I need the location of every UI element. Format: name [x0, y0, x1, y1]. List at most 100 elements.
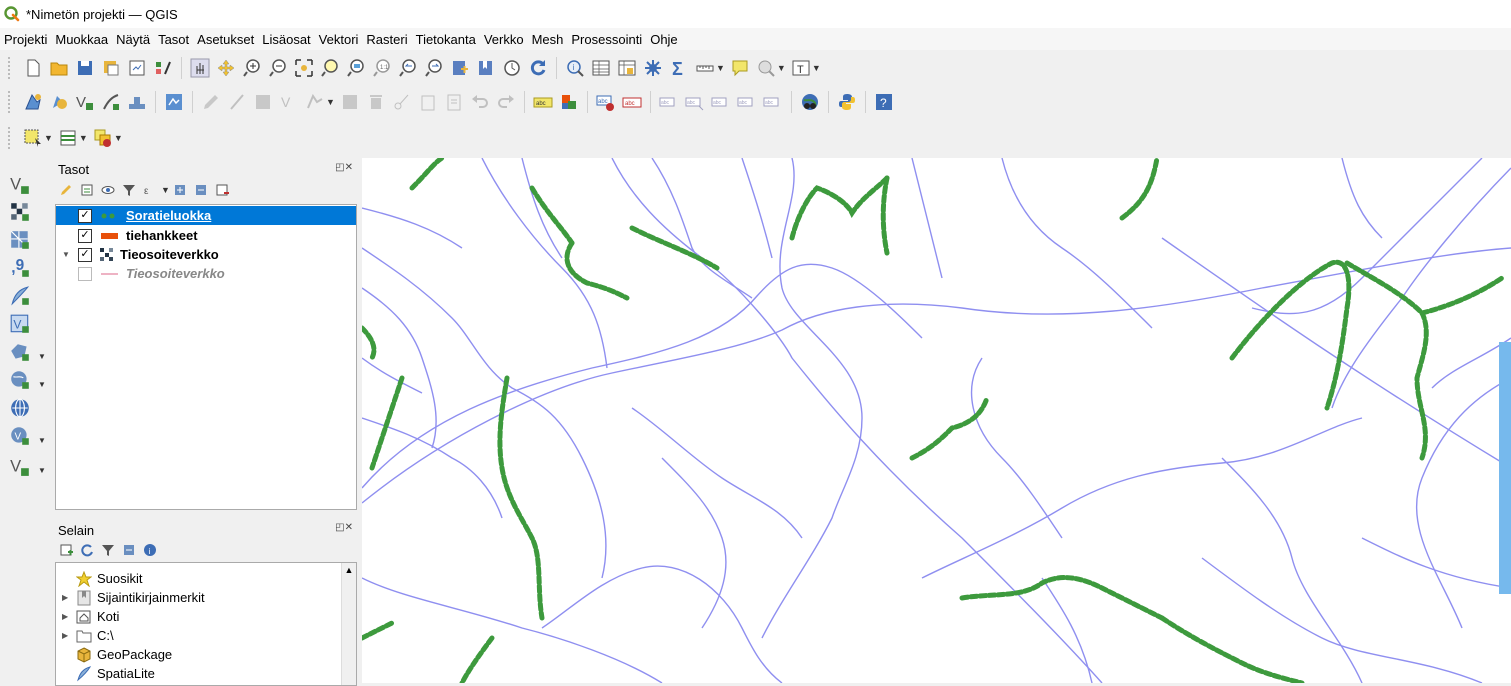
chevron-down-icon[interactable]: ▼	[812, 63, 821, 73]
processing-toolbox-icon[interactable]	[642, 57, 664, 79]
chevron-down-icon[interactable]: ▼	[777, 63, 786, 73]
browser-item[interactable]: ▶ C:\	[56, 626, 114, 645]
add-delimited-text-icon[interactable]: ,9	[8, 256, 32, 280]
add-feature-icon[interactable]: V	[74, 91, 96, 113]
new-vector-layer-icon[interactable]: V	[8, 454, 32, 478]
show-bookmarks-icon[interactable]	[475, 57, 497, 79]
collapse-all-icon[interactable]	[193, 182, 209, 198]
layer-visibility-checkbox[interactable]: ✓	[78, 228, 92, 243]
expand-all-icon[interactable]	[172, 182, 188, 198]
vertex-tool-icon[interactable]	[100, 91, 122, 113]
move-label-icon[interactable]: abc	[684, 91, 706, 113]
add-raster-layer-icon[interactable]	[8, 200, 32, 224]
menu-vektori[interactable]: Vektori	[315, 32, 363, 47]
zoom-in-icon[interactable]	[241, 57, 263, 79]
layer-row[interactable]: Tieosoiteverkko	[56, 264, 356, 283]
zoom-native-icon[interactable]: 1:1	[371, 57, 393, 79]
pin-label-icon[interactable]: abc	[595, 91, 617, 113]
browser-scrollbar[interactable]: ▲	[341, 563, 356, 685]
chevron-down-icon[interactable]: ▼	[38, 466, 46, 475]
show-label-icon[interactable]: abc	[658, 91, 680, 113]
browser-item[interactable]: Suosikit	[56, 569, 143, 588]
panel-close-icon[interactable]: ◰✕	[335, 162, 353, 173]
expand-arrow-icon[interactable]: ▶	[62, 631, 72, 640]
browser-item[interactable]: ▶ Sijaintikirjainmerkit	[56, 588, 205, 607]
save-project-icon[interactable]	[74, 57, 96, 79]
collapse-all-icon[interactable]	[121, 542, 137, 558]
filter-expression-icon[interactable]: ε	[142, 182, 158, 198]
zoom-next-icon[interactable]	[423, 57, 445, 79]
current-edits-icon[interactable]	[48, 91, 70, 113]
chevron-down-icon[interactable]: ▼	[38, 380, 46, 389]
zoom-out-icon[interactable]	[267, 57, 289, 79]
digitize-icon[interactable]	[22, 91, 44, 113]
browser-item[interactable]: GeoPackage	[56, 645, 172, 664]
chevron-down-icon[interactable]: ▼	[38, 436, 46, 445]
change-label-icon[interactable]: abc	[736, 91, 758, 113]
menu-verkko[interactable]: Verkko	[480, 32, 528, 47]
label-icon[interactable]: abc	[532, 91, 554, 113]
temporal-controller-icon[interactable]	[501, 57, 523, 79]
add-virtual-layer-icon[interactable]: V	[8, 312, 32, 336]
select-features-icon[interactable]	[755, 57, 777, 79]
add-xyz-layer-icon[interactable]	[8, 396, 32, 420]
new-bookmark-icon[interactable]	[449, 57, 471, 79]
layer-row[interactable]: ✓ Soratieluokka	[56, 206, 356, 225]
undo-icon[interactable]	[469, 91, 491, 113]
filter-browser-icon[interactable]	[100, 542, 116, 558]
add-arcgis-layer-icon[interactable]: V	[8, 424, 32, 448]
layer-row[interactable]: ✓ tiehankkeet	[56, 226, 356, 245]
layer-visibility-checkbox[interactable]: ✓	[78, 208, 92, 223]
refresh-icon[interactable]	[527, 57, 549, 79]
style-manager-icon[interactable]	[152, 57, 174, 79]
layer-visibility-checkbox[interactable]	[78, 266, 92, 281]
print-layout-icon[interactable]	[126, 57, 148, 79]
menu-mesh[interactable]: Mesh	[528, 32, 568, 47]
add-spatialite-icon[interactable]	[8, 284, 32, 308]
manage-visibility-icon[interactable]	[100, 182, 116, 198]
refresh-icon[interactable]	[79, 542, 95, 558]
zoom-to-layer-icon[interactable]	[345, 57, 367, 79]
attribute-table-icon[interactable]	[590, 57, 612, 79]
pan-to-selection-icon[interactable]	[215, 57, 237, 79]
add-wms-layer-icon[interactable]	[8, 340, 32, 364]
add-group-icon[interactable]	[79, 182, 95, 198]
scroll-up-icon[interactable]: ▲	[342, 565, 356, 575]
add-vector-layer-icon[interactable]: V	[8, 172, 32, 196]
globe-icon[interactable]	[799, 91, 821, 113]
expand-arrow-icon[interactable]: ▼	[62, 250, 78, 259]
menu-ohje[interactable]: Ohje	[646, 32, 681, 47]
chevron-down-icon[interactable]: ▼	[716, 63, 725, 73]
statistical-summary-icon[interactable]: Σ	[668, 57, 690, 79]
add-mesh-layer-icon[interactable]	[8, 228, 32, 252]
add-layers-icon[interactable]	[58, 542, 74, 558]
deselect-icon[interactable]	[92, 127, 114, 149]
highlight-label-icon[interactable]: abc	[621, 91, 643, 113]
field-calculator-icon[interactable]	[616, 57, 638, 79]
chevron-down-icon[interactable]: ▼	[38, 352, 46, 361]
redo-icon[interactable]	[495, 91, 517, 113]
menu-projekti[interactable]: Projekti	[0, 32, 51, 47]
map-features[interactable]	[362, 158, 1511, 683]
label-settings-icon[interactable]: abc	[762, 91, 784, 113]
chevron-down-icon[interactable]: ▼	[161, 185, 170, 195]
open-styling-icon[interactable]	[58, 182, 74, 198]
help-icon[interactable]: ?	[873, 91, 895, 113]
browser-item[interactable]: SpatiaLite	[56, 664, 155, 683]
remove-layer-icon[interactable]	[214, 182, 230, 198]
panel-close-icon[interactable]: ◰✕	[335, 522, 353, 533]
layer-diagram-icon[interactable]	[163, 91, 185, 113]
rotate-label-icon[interactable]: abc	[710, 91, 732, 113]
chevron-down-icon[interactable]: ▼	[44, 133, 53, 143]
layer-visibility-checkbox[interactable]: ✓	[78, 247, 92, 262]
menu-lisaosat[interactable]: Lisäosat	[258, 32, 314, 47]
label-color-icon[interactable]	[558, 91, 580, 113]
text-annotation-icon[interactable]: T	[790, 57, 812, 79]
layer-row[interactable]: ▼ ✓ Tieosoiteverkko	[56, 245, 356, 264]
identify-features-icon[interactable]: i	[564, 57, 586, 79]
zoom-last-icon[interactable]	[397, 57, 419, 79]
zoom-full-icon[interactable]	[293, 57, 315, 79]
select-by-rect-icon[interactable]	[22, 127, 44, 149]
python-icon[interactable]	[836, 91, 858, 113]
chevron-down-icon[interactable]: ▼	[114, 133, 123, 143]
